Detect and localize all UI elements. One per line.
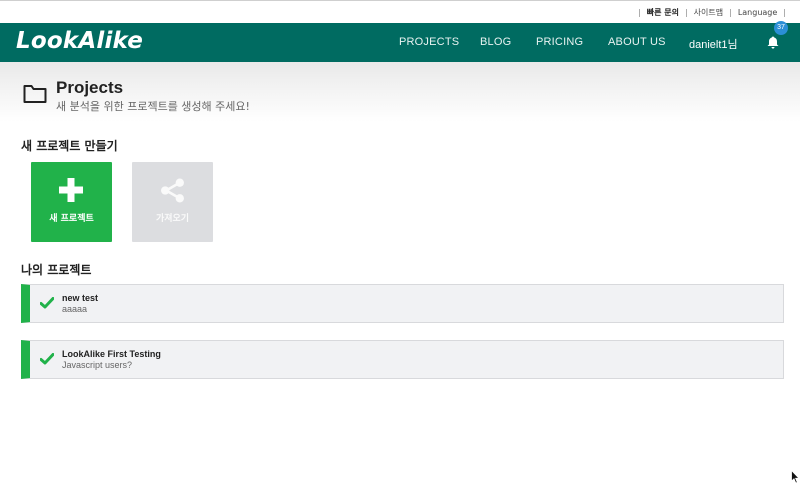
caret-down-icon[interactable]: [744, 19, 750, 23]
user-menu[interactable]: danielt1님: [689, 36, 738, 52]
language-link[interactable]: Language: [738, 8, 777, 17]
import-label: 가져오기: [155, 214, 190, 224]
separator: |: [684, 8, 688, 17]
separator: |: [729, 8, 732, 17]
logo[interactable]: LookAlike: [16, 28, 143, 54]
check-icon: [40, 353, 54, 365]
page-subtitle: 새 분석을 위한 프로젝트를 생성해 주세요!: [56, 100, 250, 113]
share-icon: [161, 178, 184, 203]
project-description: Javascript users?: [62, 360, 133, 370]
bell-icon[interactable]: [767, 36, 779, 49]
separator: |: [638, 8, 641, 17]
project-name: LookAlike First Testing: [62, 349, 161, 359]
nav-pricing[interactable]: PRICING: [536, 36, 583, 48]
project-description: aaaaa: [62, 304, 88, 314]
new-project-card[interactable]: 새 프로젝트: [31, 162, 112, 242]
project-item[interactable]: LookAlike First Testing Javascript users…: [21, 340, 784, 379]
mouse-cursor-icon: [791, 470, 800, 484]
notification-badge[interactable]: 37: [774, 21, 788, 35]
page-title: Projects: [56, 78, 124, 97]
main-navbar: LookAlike PROJECTS BLOG PRICING ABOUT US…: [0, 23, 800, 62]
folder-icon: [23, 85, 47, 103]
separator: |: [783, 8, 786, 17]
nav-about-us[interactable]: ABOUT US: [608, 36, 666, 48]
my-projects-title: 나의 프로젝트: [21, 263, 92, 277]
quick-inquiry-link[interactable]: 빠른 문의: [647, 7, 679, 18]
import-project-card[interactable]: 가져오기: [132, 162, 213, 242]
check-icon: [40, 297, 54, 309]
utility-bar: | 빠른 문의 | 사이트맵 | Language |: [0, 0, 800, 23]
nav-projects[interactable]: PROJECTS: [399, 36, 459, 48]
utility-links: | 빠른 문의 | 사이트맵 | Language |: [632, 7, 792, 18]
project-name: new test: [62, 293, 99, 303]
new-project-label: 새 프로젝트: [49, 214, 94, 224]
plus-icon: [59, 178, 83, 202]
project-item[interactable]: new test aaaaa: [21, 284, 784, 323]
create-section-title: 새 프로젝트 만들기: [21, 139, 118, 153]
nav-blog[interactable]: BLOG: [480, 36, 511, 48]
sitemap-link[interactable]: 사이트맵: [694, 7, 723, 18]
